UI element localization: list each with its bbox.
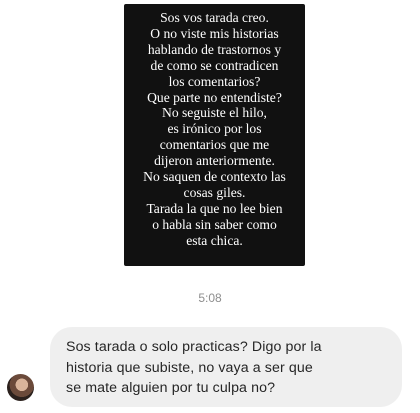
story-reply-image[interactable]: Sos vos tarada creo. O no viste mis hist… [124,4,305,266]
story-line: los comentarios? [168,73,261,89]
story-text: Sos vos tarada creo. O no viste mis hist… [143,10,286,249]
message-line: Sos tarada o solo practicas? Digo por la [66,339,322,355]
story-line: Sos vos tarada creo. [160,10,269,25]
story-line: Tarada la que no lee bien [146,200,283,216]
message-line: historia que subiste, no vaya a ser que [66,359,313,376]
story-line: comentarios que me [159,137,270,153]
message-timestamp: 5:08 [198,291,222,305]
story-line: O no viste mis historias [150,25,279,41]
sender-avatar[interactable] [7,374,34,401]
message-bubble[interactable]: Sos tarada o solo practicas? Digo por la… [50,327,402,407]
story-line: Que parte no entendiste? [147,89,282,105]
message-text: Sos tarada o solo practicas? Digo por la… [66,337,386,399]
story-line: o habla sin saber como [152,216,277,232]
story-line: No saquen de contexto las [143,169,286,185]
story-line: esta chica. [186,232,243,248]
story-line: cosas giles. [183,184,246,200]
story-line: es irónico por los [167,121,262,137]
story-line: dijeron anteriormente. [154,153,275,169]
story-line: de como se contradicen [150,57,279,73]
message-line: se mate alguien por tu culpa no? [66,380,276,396]
story-line: No seguiste el hilo, [162,105,267,121]
story-line: hablando de trastornos y [147,41,282,57]
